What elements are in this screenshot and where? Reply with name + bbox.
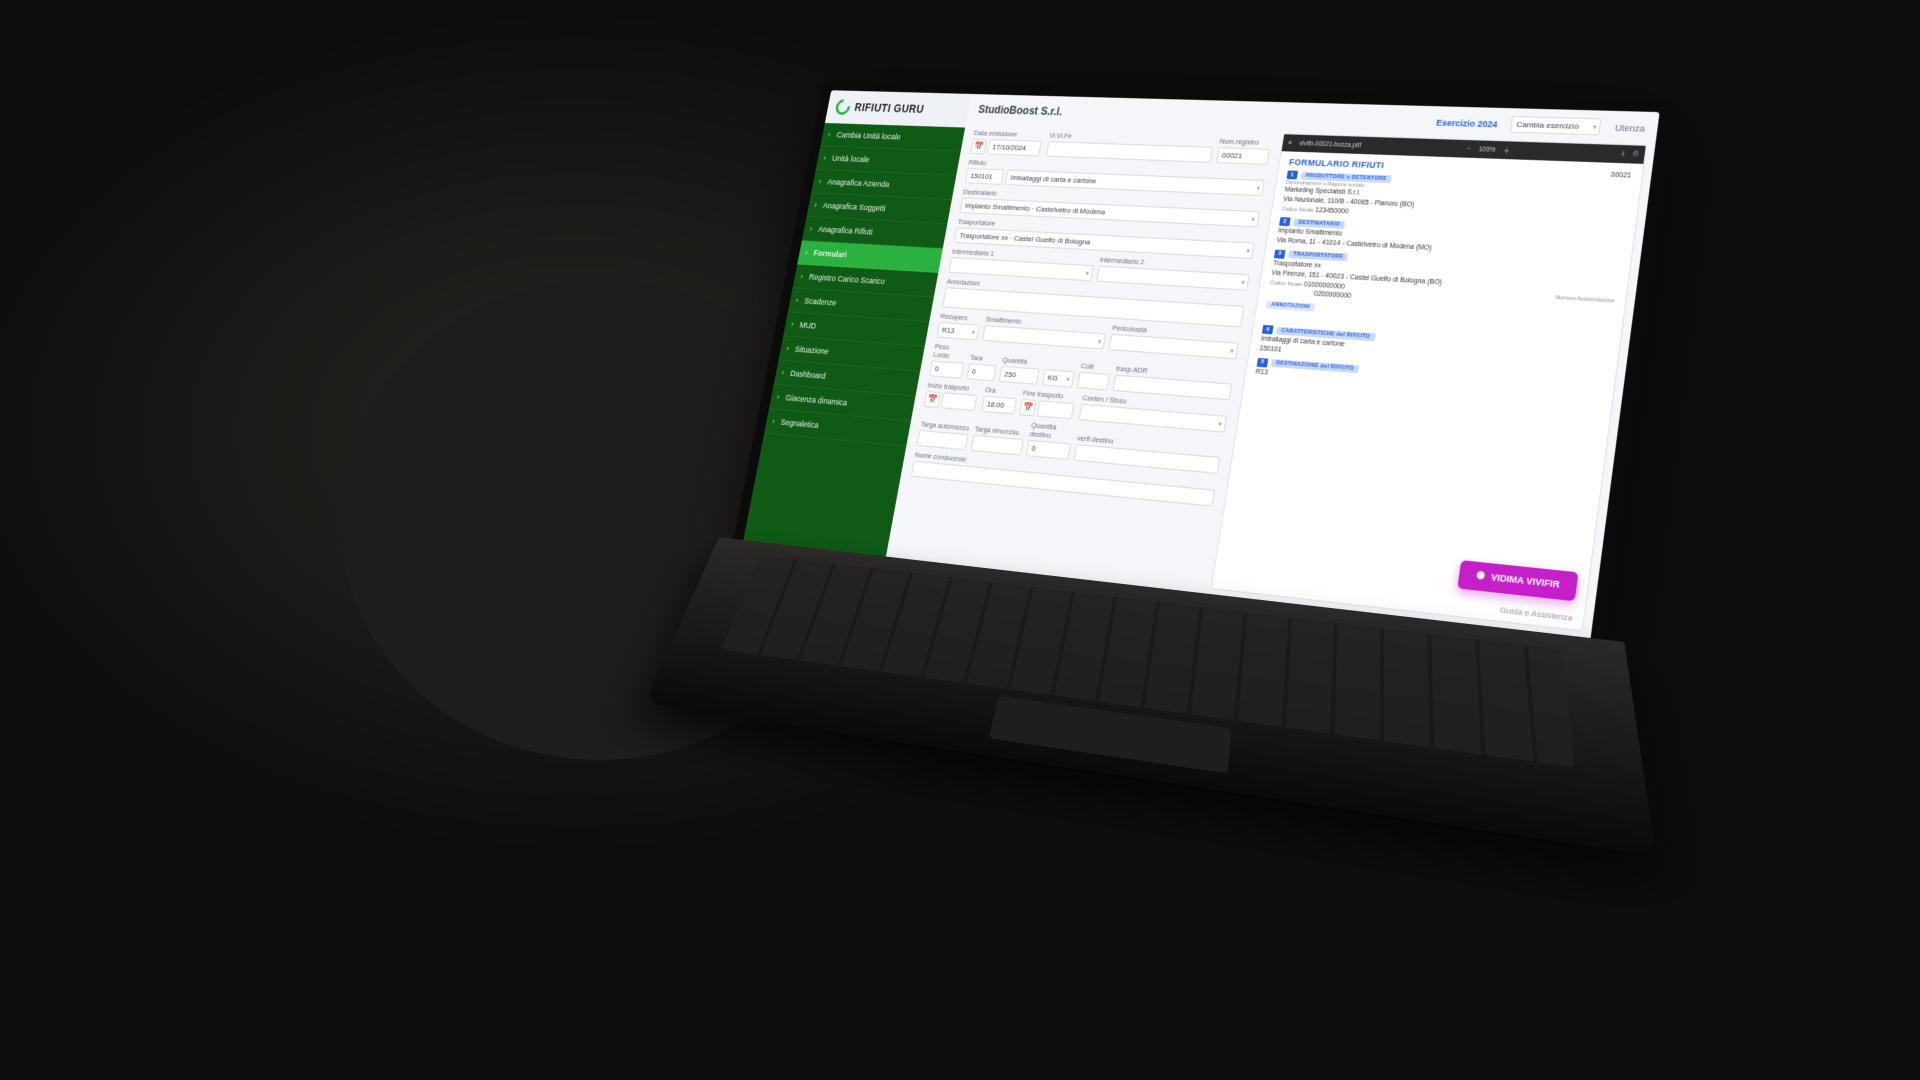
zoom-in-icon[interactable]: ＋ [1503, 145, 1511, 155]
zoom-out-icon[interactable]: − [1467, 146, 1472, 153]
label: Tara [970, 353, 999, 363]
brand: RIFIUTI GURU [825, 90, 971, 127]
label: Recupero [940, 312, 982, 323]
colli-input[interactable] [1077, 372, 1110, 391]
cambia-esercizio-select[interactable]: Cambia esercizio [1510, 116, 1602, 135]
data-emissione-input[interactable]: 17/10/2024 [987, 139, 1042, 156]
calendar-icon[interactable]: 📅 [924, 391, 941, 408]
pdf-filename: vivifir-00021-bozza.pdf [1299, 140, 1362, 149]
label: Colli [1080, 361, 1112, 372]
print-icon[interactable]: ⎙ [1632, 150, 1639, 158]
section-number: 4 [1262, 325, 1274, 334]
label: Num.registro [1219, 137, 1272, 147]
targa-rimorchio-input[interactable] [971, 435, 1024, 456]
peso-lordo-input[interactable]: 0 [929, 360, 964, 378]
doc-title: FORMULARIO RIFIUTI [1288, 157, 1384, 170]
fine-trasporto-input[interactable] [1036, 400, 1074, 419]
num-registro-input[interactable]: 00021 [1216, 147, 1270, 165]
section-number: 5 [1257, 358, 1269, 368]
main: StudioBoost S.r.l. Esercizio 2024 Cambia… [885, 94, 1659, 641]
logo-icon [833, 96, 853, 118]
section-number: 3 [1274, 250, 1286, 259]
targa-automezzo-input[interactable] [917, 430, 969, 450]
laptop: RIFIUTI GURU Cambia Unità localeUnità lo… [697, 80, 1674, 862]
preview-pane: ≡ vivifir-00021-bozza.pdf − 100% ＋ ⤓ ⎙ [1211, 133, 1647, 631]
recupero-select[interactable]: R13 [936, 322, 979, 341]
unita-select[interactable]: KG [1042, 369, 1075, 387]
label: Ora [984, 385, 1018, 396]
label: Quantità [1002, 356, 1041, 367]
inizio-trasporto-input[interactable] [941, 392, 978, 411]
calendar-icon[interactable]: 📅 [970, 139, 987, 155]
field-label: Codice fiscale [1269, 280, 1302, 288]
calendar-icon[interactable]: 📅 [1019, 399, 1037, 416]
section-number: 2 [1279, 217, 1291, 226]
label: Data emissione [973, 129, 1045, 139]
doc-number: 00021 [1610, 171, 1632, 182]
utenza-link[interactable]: Utenza [1615, 122, 1646, 133]
ora-input[interactable]: 18:00 [981, 396, 1016, 415]
tara-input[interactable]: 0 [966, 363, 996, 381]
value: 123450000 [1315, 207, 1349, 215]
company-name: StudioBoost S.r.l. [977, 103, 1063, 118]
pdf-zoom: 100% [1478, 146, 1496, 153]
workspace: Data emissione 📅 17/10/2024 Vi.Vi.Fir [885, 123, 1655, 641]
value: 01000000000 [1303, 281, 1345, 290]
esercizio-label[interactable]: Esercizio 2024 [1436, 117, 1499, 128]
quantita-destino-input[interactable]: 0 [1026, 440, 1071, 460]
label [1045, 359, 1076, 370]
label: Peso Lordo [933, 342, 968, 361]
vivifir-input[interactable] [1046, 141, 1214, 163]
download-icon[interactable]: ⤓ [1621, 150, 1625, 158]
menu-icon[interactable]: ≡ [1288, 140, 1293, 147]
section-number: 1 [1286, 170, 1298, 179]
rifiuto-code[interactable]: 150101 [965, 168, 1004, 185]
pdf-document: FORMULARIO RIFIUTI 00021 1PRODUTTORE o D… [1212, 151, 1644, 630]
brand-name: RIFIUTI GURU [854, 101, 926, 115]
section-tag: ANNOTAZIONI [1266, 301, 1315, 312]
label: Quantità destino [1029, 421, 1074, 442]
quantita-input[interactable]: 250 [999, 366, 1040, 385]
field-label: Codice fiscale [1281, 206, 1315, 213]
